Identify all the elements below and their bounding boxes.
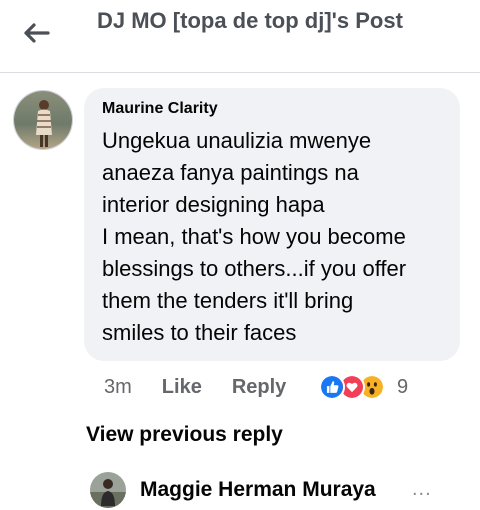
like-button[interactable]: Like xyxy=(162,376,202,399)
comment-line: interior designing hapa xyxy=(102,192,325,217)
comment-line: anaeza fanya paintings na xyxy=(102,160,359,185)
back-button[interactable] xyxy=(18,18,54,48)
comment-text: Ungekua unaulizia mwenye anaeza fanya pa… xyxy=(102,125,452,349)
comment-line: I mean, that's how you become xyxy=(102,224,406,249)
avatar[interactable] xyxy=(13,90,73,150)
comment-line: them the tenders it'll bring xyxy=(102,288,354,313)
comment-line: Ungekua unaulizia mwenye xyxy=(102,128,372,153)
comment-author[interactable]: Maurine Clarity xyxy=(102,100,218,118)
reactions-summary[interactable]: 9 xyxy=(319,372,408,402)
more-options-icon[interactable]: ... xyxy=(412,478,432,501)
reaction-count: 9 xyxy=(397,375,409,398)
reply-button[interactable]: Reply xyxy=(232,376,286,399)
comment-bubble[interactable]: Maurine Clarity Ungekua unaulizia mwenye… xyxy=(84,88,460,361)
comment-timestamp[interactable]: 3m xyxy=(104,376,132,399)
reply-avatar[interactable] xyxy=(90,472,126,508)
reaction-icons xyxy=(319,373,389,401)
view-previous-reply-link[interactable]: View previous reply xyxy=(86,423,283,447)
like-reaction-icon xyxy=(319,374,345,400)
page-title: DJ MO [topa de top dj]'s Post xyxy=(97,8,403,33)
arrow-left-icon xyxy=(24,23,50,43)
post-header: DJ MO [topa de top dj]'s Post xyxy=(0,0,480,73)
comment-actions: 3m Like Reply xyxy=(104,372,286,402)
comment-line: blessings to others...if you offer xyxy=(102,256,407,281)
comment-line: smiles to their faces xyxy=(102,320,297,345)
reply-author[interactable]: Maggie Herman Muraya xyxy=(140,478,376,502)
